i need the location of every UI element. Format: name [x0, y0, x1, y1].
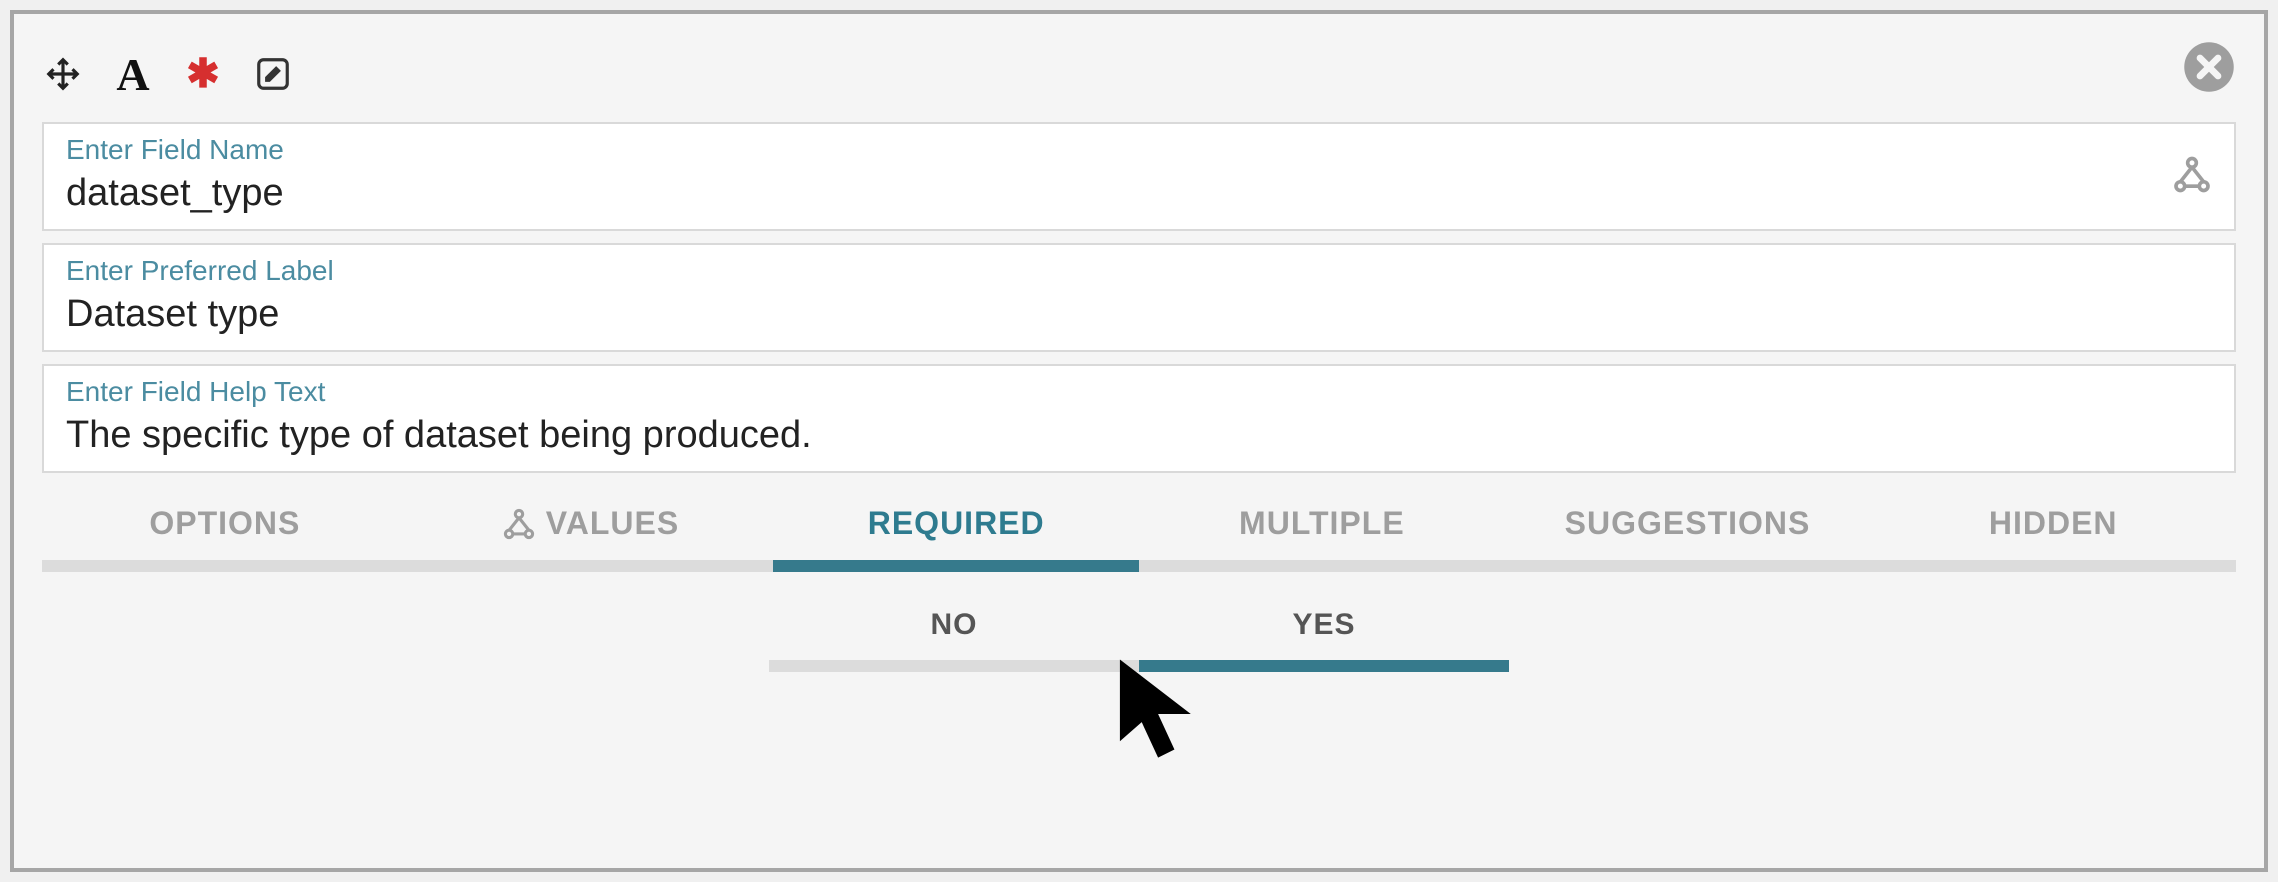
- tab-underline-track: [42, 560, 2236, 572]
- help-text-label: Enter Field Help Text: [66, 376, 2212, 408]
- asterisk-icon[interactable]: ✱: [182, 53, 224, 95]
- toggle-label: YES: [1292, 608, 1355, 641]
- field-name-input[interactable]: Enter Field Name dataset_type: [42, 122, 2236, 231]
- required-underline-track: [769, 660, 1509, 672]
- required-toggle: NO YES: [42, 608, 2236, 660]
- property-tabs: OPTIONS VALUES: [42, 491, 2236, 672]
- tab-label: SUGGESTIONS: [1565, 505, 1811, 542]
- required-underline-indicator: [1139, 660, 1509, 672]
- tab-label: MULTIPLE: [1239, 505, 1405, 542]
- tab-label: VALUES: [546, 505, 679, 542]
- preferred-label-value: Dataset type: [66, 293, 2212, 336]
- tab-label: REQUIRED: [868, 505, 1045, 542]
- field-name-label: Enter Field Name: [66, 134, 2212, 166]
- required-yes[interactable]: YES: [1139, 608, 1509, 660]
- cursor-icon: [1114, 654, 1224, 779]
- ontology-link-icon: [502, 507, 536, 541]
- toggle-label: NO: [931, 608, 978, 641]
- tab-suggestions[interactable]: SUGGESTIONS: [1505, 491, 1871, 560]
- field-editor-panel: A ✱ Enter Field Name dataset_type: [10, 10, 2268, 872]
- help-text-value: The specific type of dataset being produ…: [66, 414, 2212, 457]
- ontology-link-icon[interactable]: [2172, 154, 2212, 199]
- tab-hidden[interactable]: HIDDEN: [1870, 491, 2236, 560]
- required-no[interactable]: NO: [769, 608, 1139, 660]
- move-icon[interactable]: [42, 53, 84, 95]
- field-name-value: dataset_type: [66, 172, 2212, 215]
- help-text-input[interactable]: Enter Field Help Text The specific type …: [42, 364, 2236, 473]
- font-icon[interactable]: A: [112, 53, 154, 95]
- tab-label: OPTIONS: [149, 505, 300, 542]
- tab-values[interactable]: VALUES: [408, 491, 774, 560]
- preferred-label-input[interactable]: Enter Preferred Label Dataset type: [42, 243, 2236, 352]
- preferred-label-label: Enter Preferred Label: [66, 255, 2212, 287]
- field-toolbar: A ✱: [42, 44, 2236, 104]
- tab-label: HIDDEN: [1989, 505, 2118, 542]
- tab-underline-indicator: [773, 560, 1139, 572]
- tab-required[interactable]: REQUIRED: [773, 491, 1139, 560]
- tab-multiple[interactable]: MULTIPLE: [1139, 491, 1505, 560]
- close-icon[interactable]: [2182, 40, 2236, 94]
- edit-icon[interactable]: [252, 53, 294, 95]
- tab-options[interactable]: OPTIONS: [42, 491, 408, 560]
